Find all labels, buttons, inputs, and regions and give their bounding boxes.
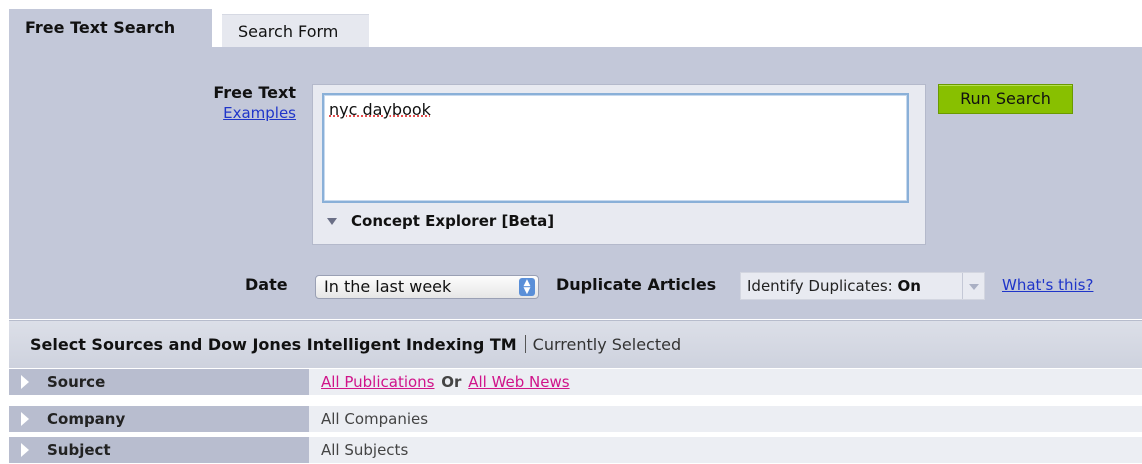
all-web-news-link[interactable]: All Web News [468,373,569,391]
chevron-down-icon [962,273,984,299]
examples-link[interactable]: Examples [169,103,296,123]
company-row: Company All Companies [9,406,1142,433]
expand-arrow-icon [21,412,29,426]
company-row-toggle[interactable]: Company [9,406,309,432]
duplicates-select[interactable]: Identify Duplicates: On [740,272,985,300]
duplicates-select-value: On [897,277,921,295]
free-text-value: nyc daybook [329,100,431,119]
free-text-box: nyc daybook Concept Explorer [Beta] [312,84,926,245]
subject-row-label: Subject [47,441,111,459]
date-select[interactable]: In the last week ▲ ▼ [315,275,539,299]
expand-arrow-icon [21,375,29,389]
free-text-label: Free Text [213,83,296,102]
subject-row-toggle[interactable]: Subject [9,437,309,463]
concept-explorer-label: Concept Explorer [Beta] [351,212,555,230]
sources-heading-text: Select Sources and Dow Jones Intelligent… [30,335,517,354]
sources-heading: Select Sources and Dow Jones Intelligent… [30,335,681,354]
subject-row-value: All Subjects [309,437,1142,463]
tab-search-form[interactable]: Search Form [222,14,369,47]
updown-arrows-icon: ▲ ▼ [519,278,535,296]
subject-row: Subject All Subjects [9,437,1142,464]
search-tabs: Free Text Search Search Form [9,9,369,47]
expand-arrow-icon [21,443,29,457]
search-panel: Free Text Examples nyc daybook Concept E… [9,47,1142,319]
source-row: Source All Publications Or All Web News [9,369,1142,396]
whats-this-link[interactable]: What's this? [1002,276,1093,294]
source-row-value: All Publications Or All Web News [309,369,1142,395]
concept-explorer-toggle[interactable]: Concept Explorer [Beta] [325,212,554,230]
currently-selected-label: Currently Selected [532,335,682,354]
triangle-down-icon [327,218,337,225]
duplicate-articles-label: Duplicate Articles [556,275,717,294]
date-label: Date [245,275,288,294]
duplicates-select-prefix: Identify Duplicates: [747,277,898,295]
free-text-input[interactable]: nyc daybook [322,93,909,203]
tab-free-text-search[interactable]: Free Text Search [9,9,212,47]
all-publications-link[interactable]: All Publications [321,373,435,391]
run-search-button[interactable]: Run Search [938,84,1073,114]
date-selected-value: In the last week [324,277,452,296]
or-text: Or [441,373,462,391]
free-text-label-group: Free Text Examples [169,83,296,123]
divider [524,335,526,353]
source-row-toggle[interactable]: Source [9,369,309,395]
sources-header: Select Sources and Dow Jones Intelligent… [9,320,1142,368]
company-row-value: All Companies [309,406,1142,432]
source-row-label: Source [47,373,106,391]
company-row-label: Company [47,410,126,428]
